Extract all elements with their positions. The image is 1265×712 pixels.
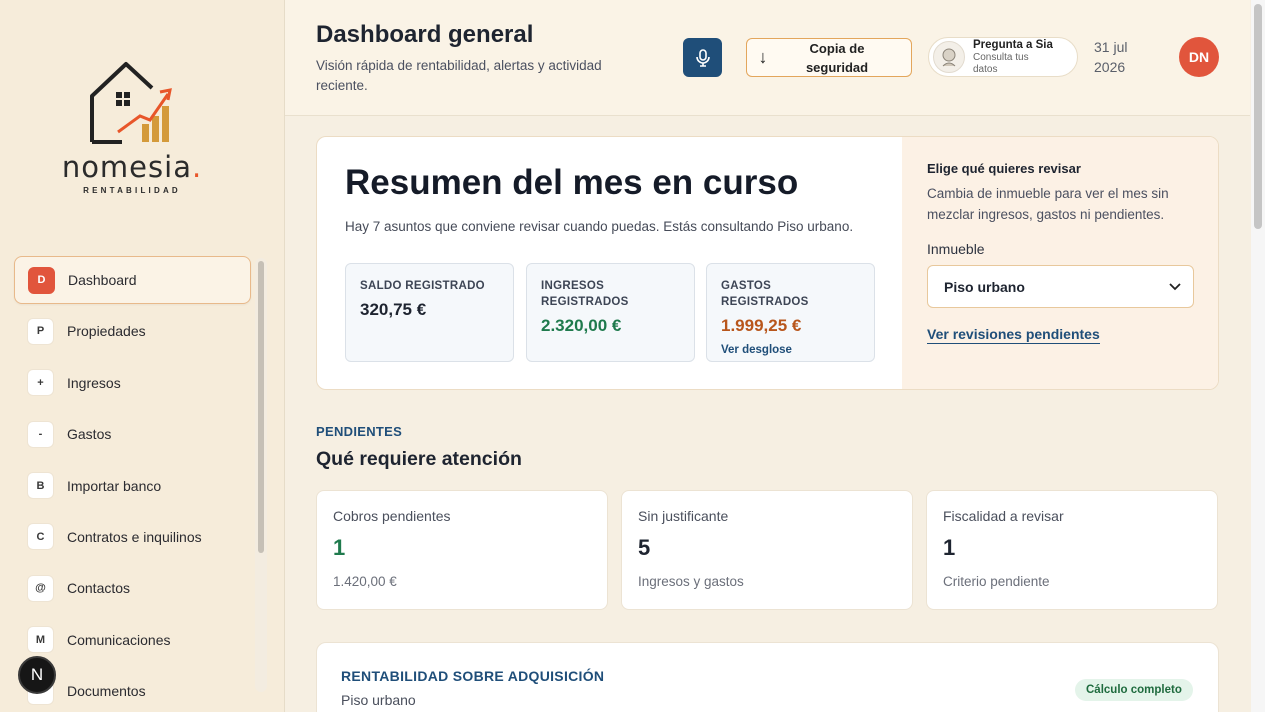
pending-reviews-link[interactable]: Ver revisiones pendientes (927, 326, 1100, 344)
breakdown-link[interactable]: Ver desglose (721, 344, 860, 356)
pending-card-count: 1 (943, 535, 956, 560)
page-subtitle: Visión rápida de rentabilidad, alertas y… (316, 58, 602, 93)
monthly-summary-card: Resumen del mes en curso Hay 7 asuntos q… (316, 136, 1219, 390)
stat-value: 1.999,25 € (721, 316, 802, 335)
sidebar: nomesia. RENTABILIDAD D Dashboard P Propied… (0, 0, 285, 712)
ask-sia-title: Pregunta a Sia (973, 38, 1053, 51)
sidebar-item-dashboard[interactable]: D Dashboard (14, 256, 251, 304)
brand-logo[interactable]: nomesia. RENTABILIDAD (52, 58, 212, 198)
brand-name: nomesia. (61, 150, 203, 184)
sidebar-nav: D Dashboard P Propiedades + Ingresos - Gastos B I… (14, 256, 251, 712)
profitability-card: RENTABILIDAD SOBRE ADQUISICIÓN Piso urba… (316, 642, 1219, 712)
backup-button[interactable]: ↓ Copia de seguridad (746, 38, 912, 77)
pending-card-label: Cobros pendientes (333, 508, 451, 524)
sidebar-item-label: Dashboard (68, 272, 137, 288)
sidebar-scrollbar[interactable] (255, 258, 267, 692)
stat-label: SALDO REGISTRADO (360, 280, 485, 292)
sidebar-item-letter-icon: @ (27, 574, 54, 602)
property-select[interactable]: Piso urbano (927, 265, 1194, 308)
sidebar-item-importar-banco[interactable]: B Importar banco (14, 462, 251, 510)
profitability-kicker: RENTABILIDAD SOBRE ADQUISICIÓN (341, 668, 605, 684)
profitability-property: Piso urbano (341, 692, 416, 708)
sidebar-item-letter-icon: M (27, 626, 54, 654)
property-select-value: Piso urbano (944, 278, 1025, 295)
pending-card-label: Sin justificante (638, 508, 729, 524)
sidebar-item-letter-icon: - (27, 420, 54, 448)
sidebar-item-label: Comunicaciones (67, 631, 171, 648)
sidebar-item-comunicaciones[interactable]: M Comunicaciones (14, 616, 251, 664)
sidebar-item-letter-icon: B (27, 472, 54, 500)
main-scrollbar[interactable] (1251, 0, 1265, 712)
microphone-icon (695, 48, 710, 67)
sidebar-item-label: Contratos e inquilinos (67, 528, 202, 545)
pending-kicker: PENDIENTES (316, 424, 403, 439)
pending-card[interactable]: Fiscalidad a revisar 1 Criterio pendiente (926, 490, 1218, 610)
sidebar-item-letter-icon: D (28, 266, 55, 294)
property-picker-text: Cambia de inmueble para ver el mes sin m… (927, 186, 1169, 222)
pending-card-detail: 1.420,00 € (333, 574, 397, 589)
sidebar-item-label: Propiedades (67, 323, 146, 340)
sidebar-item-contactos[interactable]: @ Contactos (14, 564, 251, 612)
sidebar-item-contratos-e-inquilinos[interactable]: C Contratos e inquilinos (14, 513, 251, 561)
stat-card: GASTOS REGISTRADOS 1.999,25 € Ver desglose (706, 263, 875, 362)
page-title: Dashboard general (316, 21, 534, 48)
summary-title: Resumen del mes en curso (345, 163, 799, 202)
download-arrow-icon: ↓ (758, 47, 768, 67)
sidebar-item-letter-icon: + (27, 369, 54, 397)
sia-avatar-icon (933, 41, 965, 73)
stat-value: 320,75 € (360, 300, 427, 319)
stat-card: SALDO REGISTRADO 320,75 € (345, 263, 514, 362)
ask-sia-button[interactable]: Pregunta a Sia Consulta tus datos (928, 37, 1078, 77)
stat-label: GASTOS REGISTRADOS (721, 280, 809, 308)
sidebar-item-letter-icon: C (27, 523, 54, 551)
sidebar-item-letter-icon: P (27, 317, 54, 345)
topbar: Dashboard general Visión rápida de renta… (285, 0, 1250, 116)
sidebar-item-label: Contactos (67, 580, 131, 597)
pending-card-label: Fiscalidad a revisar (943, 508, 1064, 524)
voice-input-button[interactable] (683, 38, 722, 77)
stat-label: INGRESOS REGISTRADOS (541, 280, 629, 308)
sidebar-item-label: Gastos (67, 426, 112, 443)
sidebar-item-propiedades[interactable]: P Propiedades (14, 307, 251, 355)
user-avatar[interactable]: DN (1179, 37, 1219, 77)
main-scrollbar-thumb[interactable] (1254, 4, 1262, 229)
sidebar-item-label: Importar banco (67, 477, 162, 494)
ask-sia-subtitle: Consulta tus datos (973, 51, 1029, 75)
stat-value: 2.320,00 € (541, 316, 622, 335)
floating-n-badge[interactable]: N (18, 656, 56, 694)
pending-card[interactable]: Cobros pendientes 1 1.420,00 € (316, 490, 608, 610)
sidebar-item-gastos[interactable]: - Gastos (14, 410, 251, 458)
property-picker-title: Elige qué quieres revisar (927, 161, 1081, 176)
pending-title: Qué requiere atención (316, 448, 522, 470)
current-date: 31 jul 2026 (1094, 39, 1128, 75)
sidebar-item-label: Ingresos (67, 374, 121, 391)
property-picker-panel: Elige qué quieres revisar Cambia de inmu… (902, 137, 1218, 389)
pending-card-detail: Criterio pendiente (943, 574, 1050, 589)
house-chart-icon (90, 62, 172, 144)
brand-tagline: RENTABILIDAD (83, 186, 181, 195)
chevron-down-icon (1169, 282, 1181, 290)
backup-label: Copia de seguridad (805, 40, 869, 75)
summary-text: Hay 7 asuntos que conviene revisar cuand… (345, 219, 854, 234)
sidebar-item-label: Documentos (67, 683, 146, 700)
stat-card: INGRESOS REGISTRADOS 2.320,00 € (526, 263, 695, 362)
property-select-label: Inmueble (927, 241, 985, 257)
pending-card-detail: Ingresos y gastos (638, 574, 744, 589)
status-badge: Cálculo completo (1075, 679, 1193, 701)
pending-card-count: 1 (333, 535, 346, 560)
sidebar-item-ingresos[interactable]: + Ingresos (14, 359, 251, 407)
sidebar-scrollbar-thumb[interactable] (258, 261, 264, 553)
pending-card[interactable]: Sin justificante 5 Ingresos y gastos (621, 490, 913, 610)
pending-card-count: 5 (638, 535, 651, 560)
